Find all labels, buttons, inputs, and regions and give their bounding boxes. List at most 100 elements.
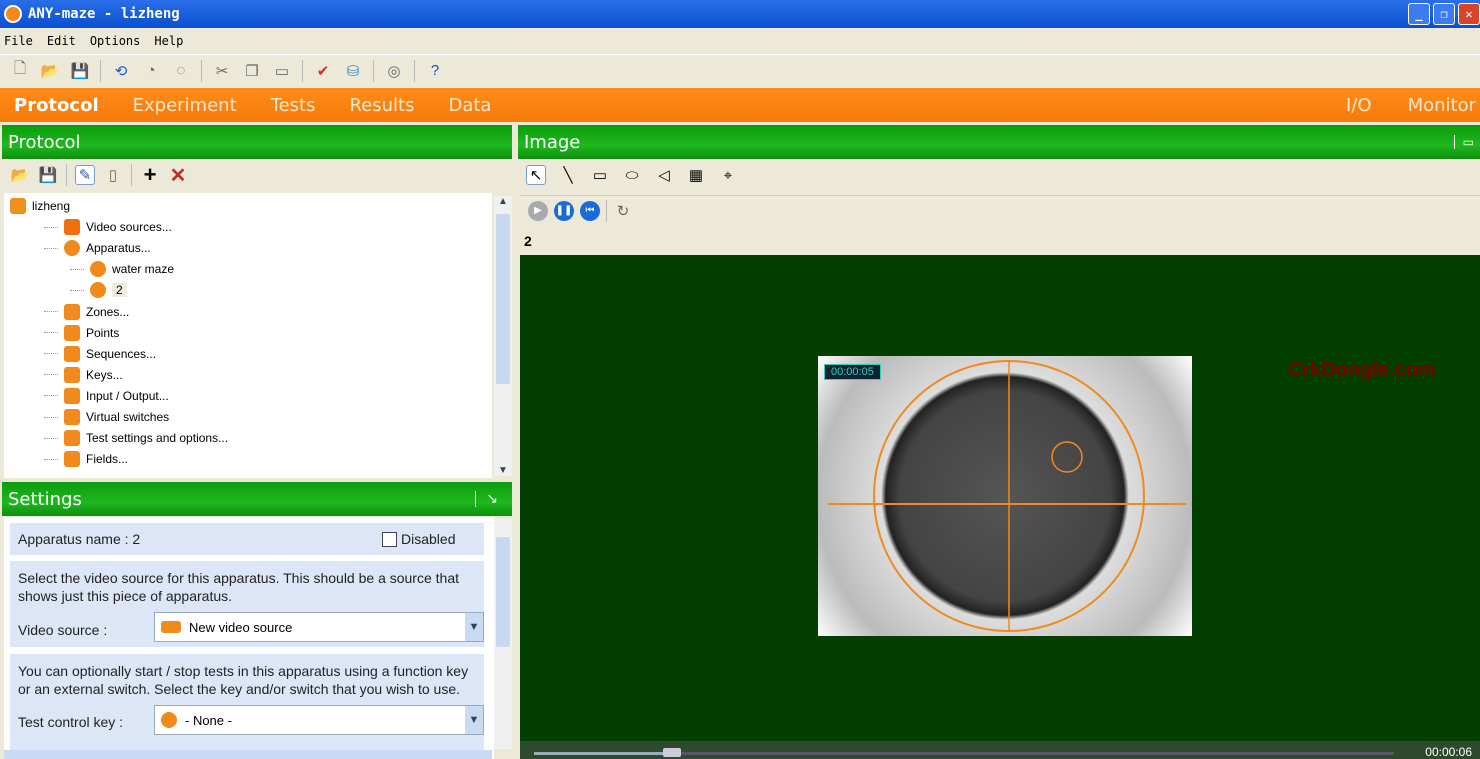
settings-scrollbar[interactable] [494, 519, 512, 749]
collapse-icon[interactable]: ↘ [475, 491, 498, 507]
help-icon[interactable]: ? [425, 61, 445, 81]
tab-io[interactable]: I/O [1346, 95, 1372, 116]
tree-item[interactable]: lizheng [10, 196, 70, 216]
play-icon[interactable]: ▶ [528, 201, 548, 221]
menu-options[interactable]: Options [90, 34, 141, 48]
tree-item-label: Apparatus... [86, 241, 151, 255]
save-protocol-icon[interactable]: 💾 [38, 165, 58, 185]
tree-item[interactable]: Sequences... [44, 344, 156, 364]
video-source-select[interactable]: New video source▼ [154, 612, 484, 642]
tree-connector [44, 332, 58, 333]
tree-item-label: Sequences... [86, 347, 156, 361]
tree-connector [70, 269, 84, 270]
tree-item[interactable]: Points [44, 323, 119, 343]
timeline-slider[interactable] [663, 748, 681, 757]
switch-icon [64, 409, 80, 425]
tree-item[interactable]: Fields... [44, 449, 128, 469]
disabled-checkbox[interactable]: Disabled [382, 531, 455, 547]
keys-icon [64, 367, 80, 383]
tab-monitor[interactable]: Monitor [1408, 95, 1476, 116]
timeline-bar: 00:00:06 [520, 741, 1480, 759]
pause-icon[interactable]: ❚❚ [554, 201, 574, 221]
apparatus-id: 2 [524, 233, 532, 249]
delete-icon[interactable]: ✕ [168, 165, 188, 185]
tab-data[interactable]: Data [448, 95, 491, 116]
io-icon [64, 388, 80, 404]
tree-item-label: Fields... [86, 452, 128, 466]
edit-icon[interactable]: ✎ [75, 165, 95, 185]
watermark: CrkDongle.com [1288, 359, 1436, 382]
add-icon[interactable]: + [140, 165, 160, 185]
new-file-icon[interactable]: 🗋 [10, 61, 30, 81]
page-icon[interactable]: ▯ [103, 165, 123, 185]
rectangle-icon[interactable]: ▭ [590, 165, 610, 185]
menu-help[interactable]: Help [154, 34, 183, 48]
menu-bar: File Edit Options Help [0, 30, 1480, 52]
rotate-icon[interactable]: ↻ [613, 201, 633, 221]
drawing-toolbar: ↖ ╲ ▭ ⬭ ◁ ▦ ⌖ [520, 160, 1480, 190]
tree-scrollbar[interactable]: ▲▼ [494, 196, 512, 476]
main-toolbar: 🗋 📂 💾 ⟲ ◔ ◌ ✂ ❐ ▭ ✔ ⛁ ◎ ? [0, 54, 1480, 86]
image-title: Image [524, 132, 580, 153]
polygon-icon[interactable]: ◁ [654, 165, 674, 185]
menu-edit[interactable]: Edit [47, 34, 76, 48]
save-icon[interactable]: 💾 [70, 61, 90, 81]
chevron-down-icon[interactable]: ▼ [465, 706, 483, 734]
open-protocol-icon[interactable]: 📂 [10, 165, 30, 185]
tab-tests[interactable]: Tests [271, 95, 316, 116]
tree-item[interactable]: water maze [70, 259, 174, 279]
maximize-panel-icon[interactable]: ▭ [1454, 135, 1474, 149]
tree-item[interactable]: Virtual switches [44, 407, 169, 427]
bell-icon[interactable]: ◔ [141, 61, 161, 81]
check-document-icon[interactable]: ✔ [313, 61, 333, 81]
maximize-button[interactable]: ❐ [1433, 3, 1455, 25]
playback-time: 00:00:06 [1425, 745, 1472, 759]
line-icon[interactable]: ╲ [558, 165, 578, 185]
tree-item[interactable]: Zones... [44, 302, 129, 322]
calibrate-icon[interactable]: ⌖ [718, 165, 738, 185]
video-help-text: Select the video source for this apparat… [18, 561, 476, 605]
playback-toolbar: ▶ ❚❚ ⏮ ↻ [520, 195, 1480, 225]
tree-item[interactable]: Input / Output... [44, 386, 169, 406]
spiral-icon[interactable]: ◎ [384, 61, 404, 81]
open-folder-icon[interactable]: 📂 [40, 61, 60, 81]
tab-experiment[interactable]: Experiment [133, 95, 237, 116]
copy-icon[interactable]: ❐ [242, 61, 262, 81]
flag-icon [64, 325, 80, 341]
rewind-icon[interactable]: ⏮ [580, 201, 600, 221]
tree-item[interactable]: Apparatus... [44, 238, 151, 258]
tree-connector [44, 227, 58, 228]
test-control-key-select[interactable]: - None - ▼ [154, 705, 484, 735]
paste-icon[interactable]: ▭ [272, 61, 292, 81]
tree-item-label: Zones... [86, 305, 129, 319]
tab-results[interactable]: Results [349, 95, 414, 116]
test-control-key-value: - None - [185, 713, 232, 728]
tree-connector [44, 438, 58, 439]
title-bar: ANY-maze - lizheng _ ❐ ✕ [0, 0, 1480, 28]
grid-icon[interactable]: ▦ [686, 165, 706, 185]
tree-item-label: Virtual switches [86, 410, 169, 424]
app-logo-icon [4, 5, 22, 23]
settings-hscrollbar[interactable] [4, 750, 492, 759]
tab-protocol[interactable]: Protocol [14, 95, 99, 116]
camera-icon [64, 219, 80, 235]
menu-file[interactable]: File [4, 34, 33, 48]
tree-item[interactable]: Video sources... [44, 217, 172, 237]
redo-icon[interactable]: ◌ [171, 61, 191, 81]
tree-item[interactable]: 2 [70, 280, 127, 300]
undo-icon[interactable]: ⟲ [111, 61, 131, 81]
zone-icon [64, 304, 80, 320]
tree-item-label: water maze [112, 262, 174, 276]
sequence-icon [64, 346, 80, 362]
folder-icon [10, 198, 26, 214]
minimize-button[interactable]: _ [1408, 3, 1430, 25]
chevron-down-icon[interactable]: ▼ [465, 613, 483, 641]
close-button[interactable]: ✕ [1458, 3, 1480, 25]
tree-item[interactable]: Test settings and options... [44, 428, 228, 448]
tree-item-label: Points [86, 326, 119, 340]
pointer-icon[interactable]: ↖ [526, 165, 546, 185]
cut-icon[interactable]: ✂ [212, 61, 232, 81]
ellipse-icon[interactable]: ⬭ [622, 165, 642, 185]
database-icon[interactable]: ⛁ [343, 61, 363, 81]
tree-item[interactable]: Keys... [44, 365, 123, 385]
